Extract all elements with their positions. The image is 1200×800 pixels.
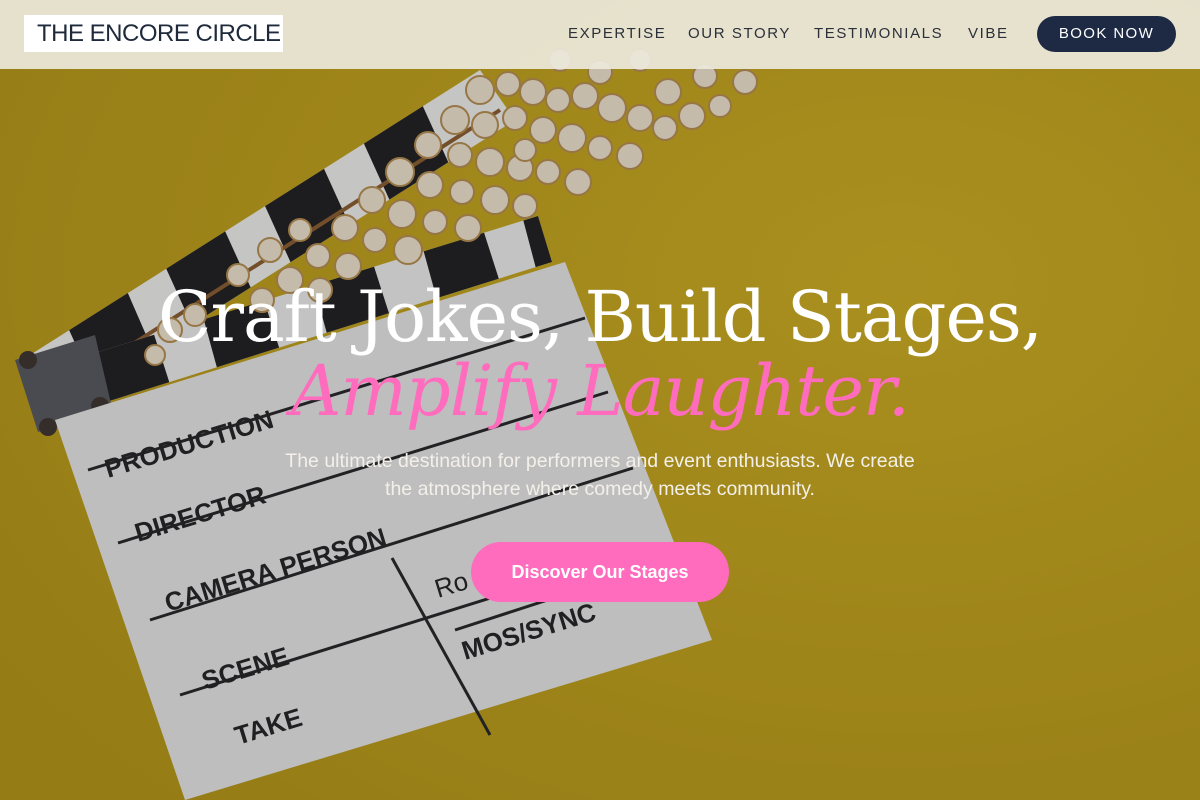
hero-title: Craft Jokes, Build Stages, Amplify Laugh… [0, 276, 1200, 432]
hero-subtitle: The ultimate destination for performers … [285, 450, 915, 500]
nav-link-testimonials[interactable]: TESTIMONIALS [814, 24, 943, 44]
nav-link-expertise[interactable]: EXPERTISE [568, 24, 666, 44]
site-logo[interactable]: THE ENCORE CIRCLE [24, 15, 283, 52]
hero-title-line1: Craft Jokes, Build Stages, [157, 276, 1043, 358]
nav-link-our-story[interactable]: OUR STORY [688, 24, 791, 44]
nav-link-vibe[interactable]: VIBE [968, 24, 1009, 44]
hero-section: PRODUCTION DIRECTOR CAMERA PERSON SCENE … [0, 0, 1200, 800]
hero-title-line2: Amplify Laughter. [291, 350, 910, 432]
discover-stages-button[interactable]: Discover Our Stages [471, 542, 729, 602]
top-navbar: THE ENCORE CIRCLE EXPERTISE OUR STORY TE… [0, 0, 1200, 69]
book-now-button[interactable]: BOOK NOW [1037, 16, 1176, 52]
